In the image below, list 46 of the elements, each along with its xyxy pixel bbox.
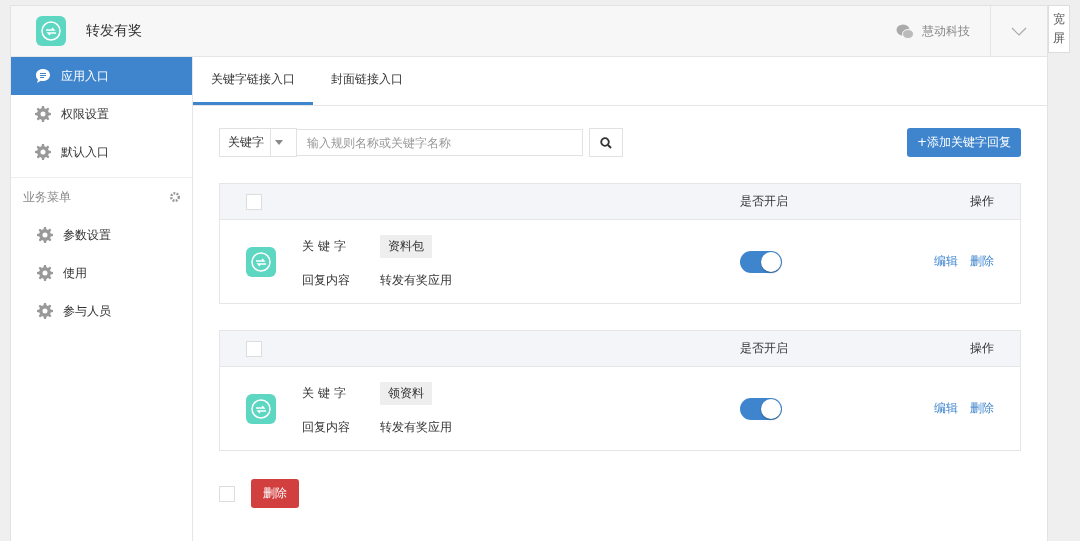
sidebar-item[interactable]: 参与人员 (11, 292, 192, 330)
keyword-label: 关 键 字 (302, 237, 347, 255)
reply-content: 转发有奖应用 (380, 418, 452, 436)
add-keyword-reply-button[interactable]: +添加关键字回复 (906, 128, 1021, 157)
app-logo (36, 16, 66, 46)
wechat-icon (896, 23, 914, 39)
filter-dropdown[interactable]: 关键字 (219, 128, 297, 157)
app-logo (246, 393, 276, 424)
sidebar-item[interactable]: 应用入口 (11, 57, 192, 95)
chat-bubble-icon (35, 68, 51, 84)
select-all-checkbox[interactable] (219, 485, 235, 502)
column-header: 操作 (969, 340, 995, 357)
chevron-down-icon[interactable] (1011, 26, 1027, 36)
sidebar-item[interactable]: 默认入口 (11, 133, 192, 171)
delete-link[interactable]: 删除 (970, 400, 994, 417)
search-icon (600, 136, 612, 149)
delete-button[interactable]: 删除 (251, 479, 299, 508)
column-header: 是否开启 (740, 193, 789, 210)
sidebar-item[interactable]: 权限设置 (11, 95, 192, 133)
edit-link[interactable]: 编辑 (934, 400, 958, 417)
caret-icon (275, 140, 283, 145)
checkbox[interactable] (246, 193, 262, 210)
column-header: 是否开启 (740, 340, 789, 357)
checkbox[interactable] (246, 340, 262, 357)
toggle-switch[interactable] (740, 397, 782, 420)
edit-link[interactable]: 编辑 (934, 253, 958, 270)
tab[interactable]: 关键字链接入口 (193, 57, 313, 105)
tab[interactable]: 封面链接入口 (313, 57, 421, 105)
delete-link[interactable]: 删除 (970, 253, 994, 270)
keyword-tag: 资料包 (380, 234, 432, 258)
account-name: 慧动科技 (922, 22, 970, 40)
column-header: 操作 (969, 193, 995, 210)
section-title: 业务菜单 (23, 188, 71, 206)
keyword-label: 关 键 字 (302, 384, 347, 402)
toggle-switch[interactable] (740, 250, 782, 273)
reply-label: 回复内容 (302, 271, 351, 289)
keyword-tag: 领资料 (380, 381, 432, 405)
app-logo (246, 246, 276, 277)
sidebar-item[interactable]: 使用 (11, 254, 192, 292)
reply-label: 回复内容 (302, 418, 351, 436)
search-button[interactable] (589, 128, 623, 157)
reply-content: 转发有奖应用 (380, 271, 452, 289)
sidebar-item[interactable]: 参数设置 (11, 216, 192, 254)
app-name: 转发有奖 (86, 22, 143, 40)
widescreen-tab[interactable]: 宽屏 (1048, 5, 1070, 54)
search-field[interactable]: 输入规则名称或关键字名称 (297, 129, 583, 156)
